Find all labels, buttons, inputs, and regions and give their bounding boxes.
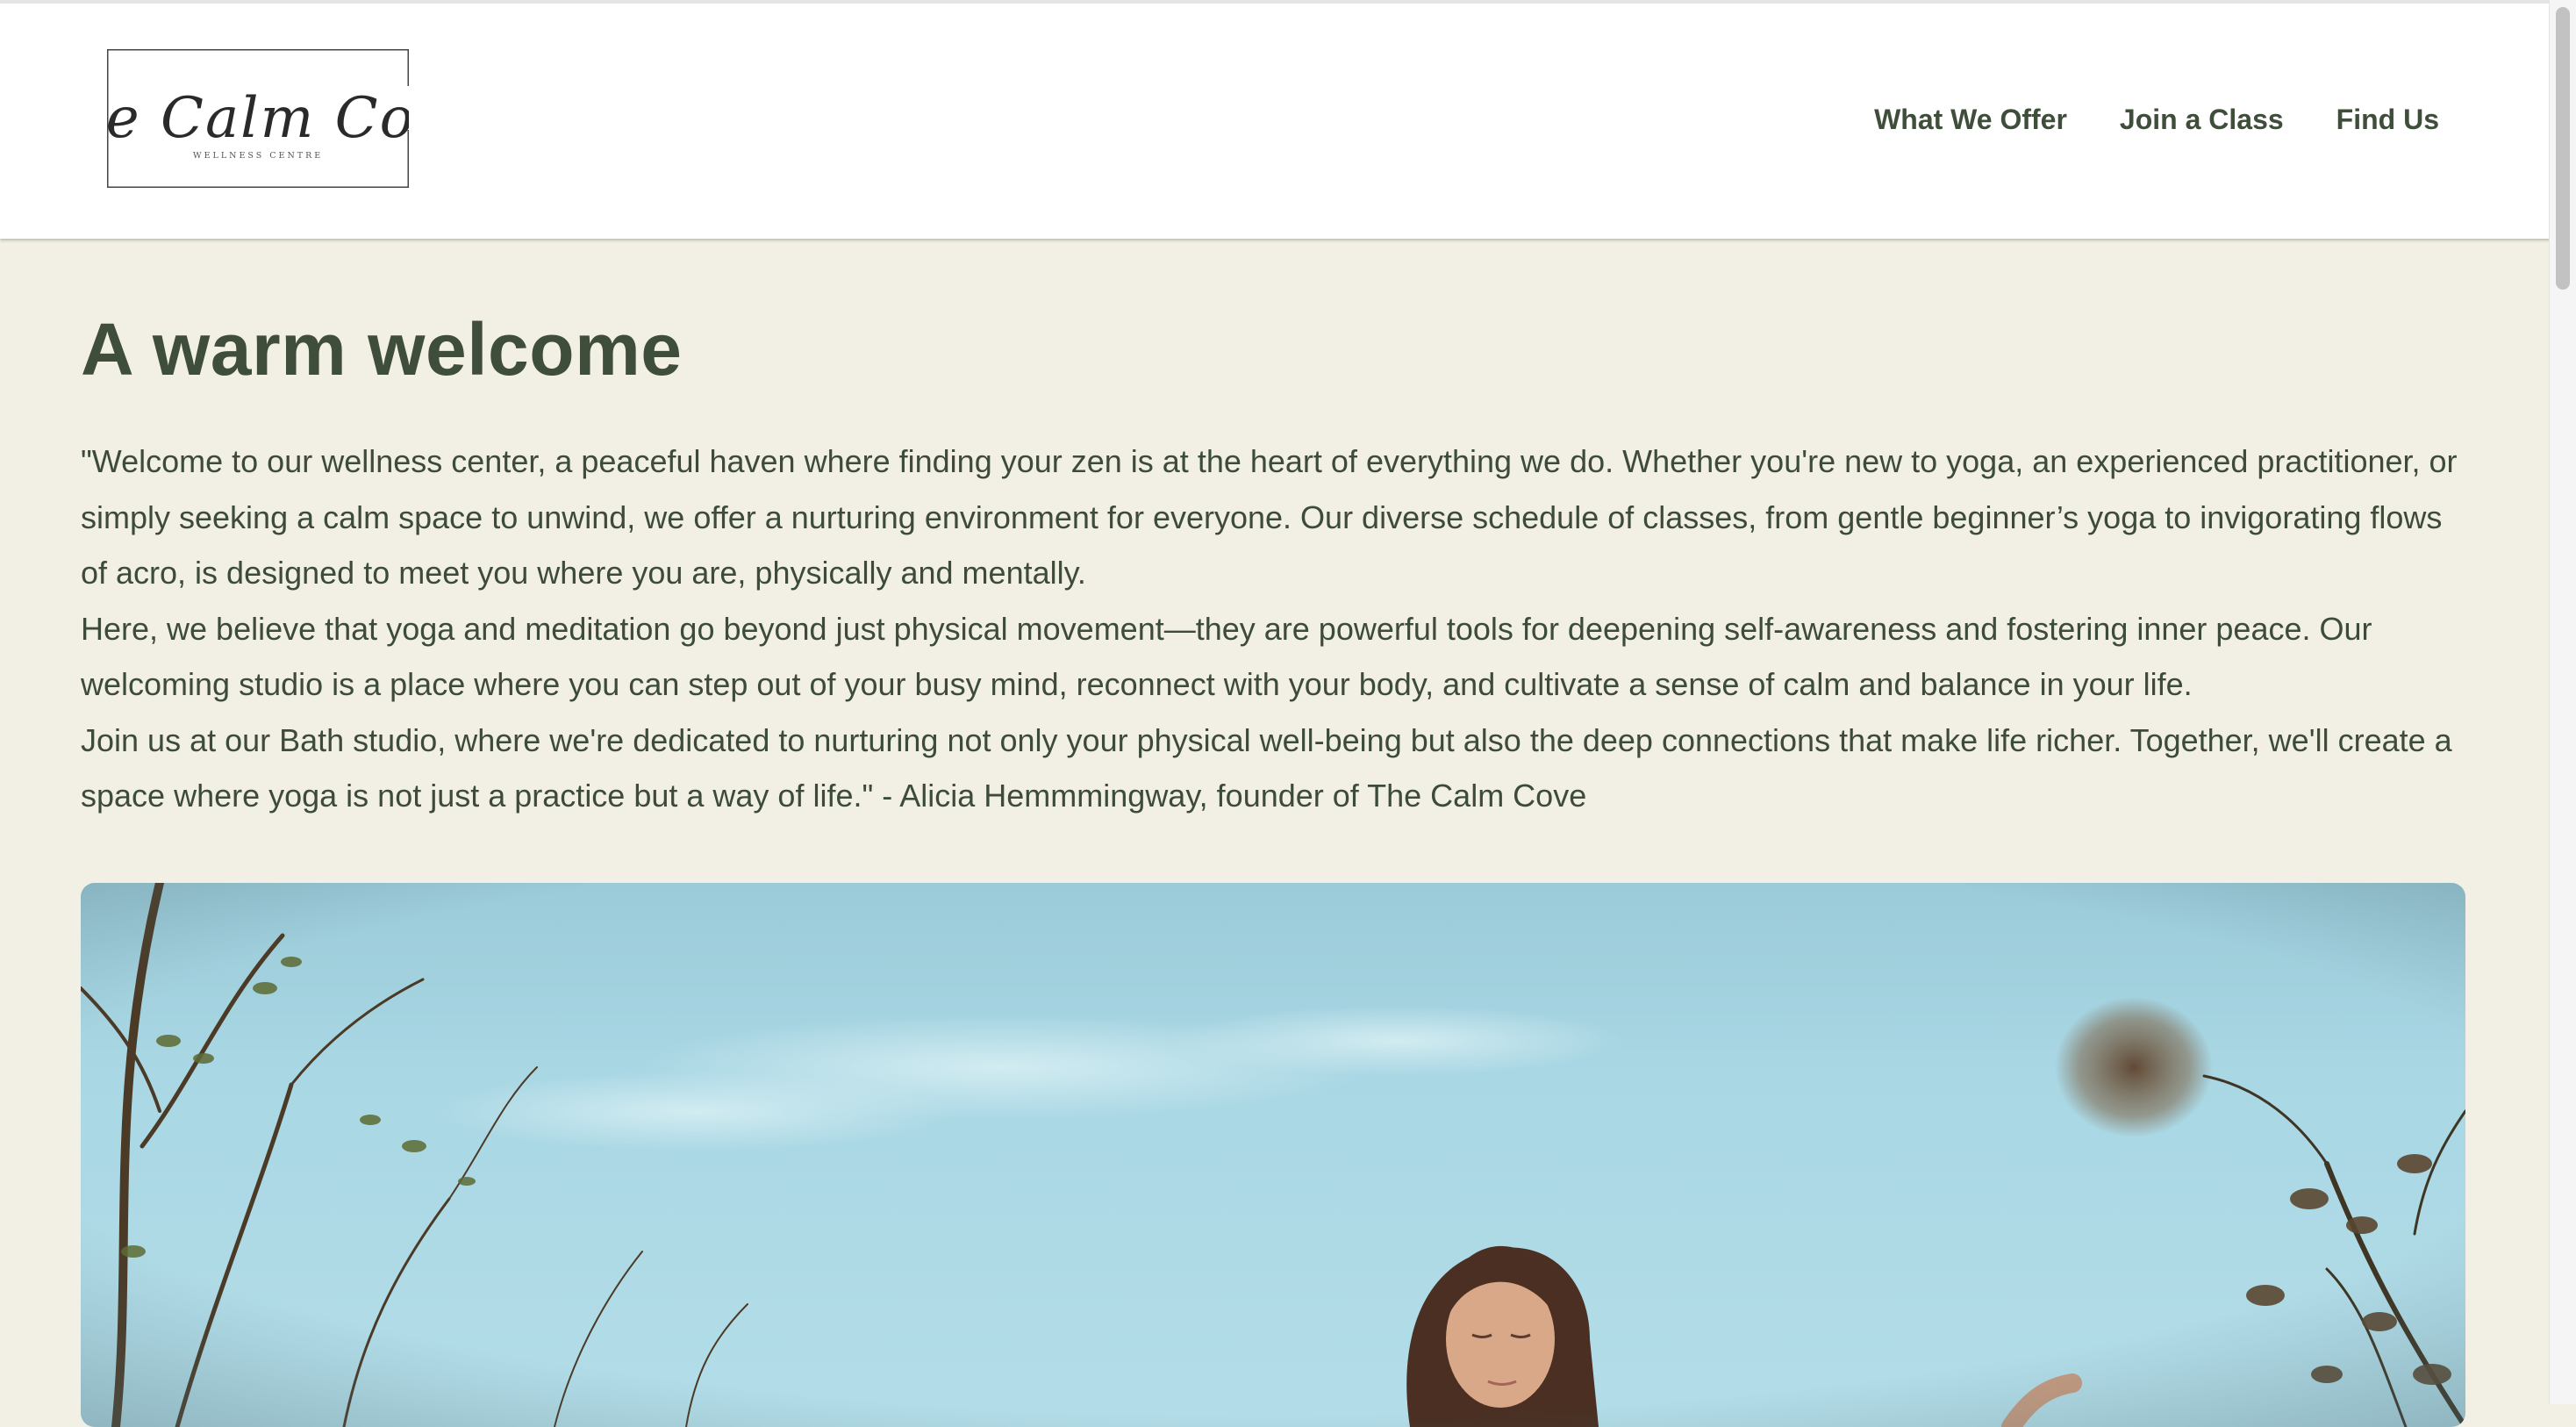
hero-image: [81, 883, 2465, 1427]
svg-text:WELLNESS CENTRE: WELLNESS CENTRE: [193, 151, 323, 161]
page-scrollbar[interactable]: [2549, 0, 2576, 1404]
meditation-photo-illustration: [81, 883, 2465, 1427]
nav-find-us[interactable]: Find Us: [2336, 104, 2439, 136]
scrollbar-thumb[interactable]: [2556, 7, 2570, 290]
welcome-text: "Welcome to our wellness center, a peace…: [81, 434, 2465, 824]
welcome-paragraph-1: "Welcome to our wellness center, a peace…: [81, 443, 2458, 591]
welcome-paragraph-2: Here, we believe that yoga and meditatio…: [81, 610, 2372, 703]
svg-text:The Calm Cove: The Calm Cove: [107, 86, 409, 151]
nav-join-a-class[interactable]: Join a Class: [2120, 104, 2284, 136]
calm-cove-logo: The Calm Cove WELLNESS CENTRE: [107, 49, 409, 188]
logo-link[interactable]: The Calm Cove WELLNESS CENTRE: [107, 49, 409, 188]
page-title: A warm welcome: [81, 308, 683, 391]
main-nav: What We Offer Join a Class Find Us: [1874, 104, 2439, 136]
welcome-paragraph-3: Join us at our Bath studio, where we're …: [81, 721, 2452, 814]
nav-what-we-offer[interactable]: What We Offer: [1874, 104, 2067, 136]
site-header: The Calm Cove WELLNESS CENTRE What We Of…: [0, 0, 2550, 239]
